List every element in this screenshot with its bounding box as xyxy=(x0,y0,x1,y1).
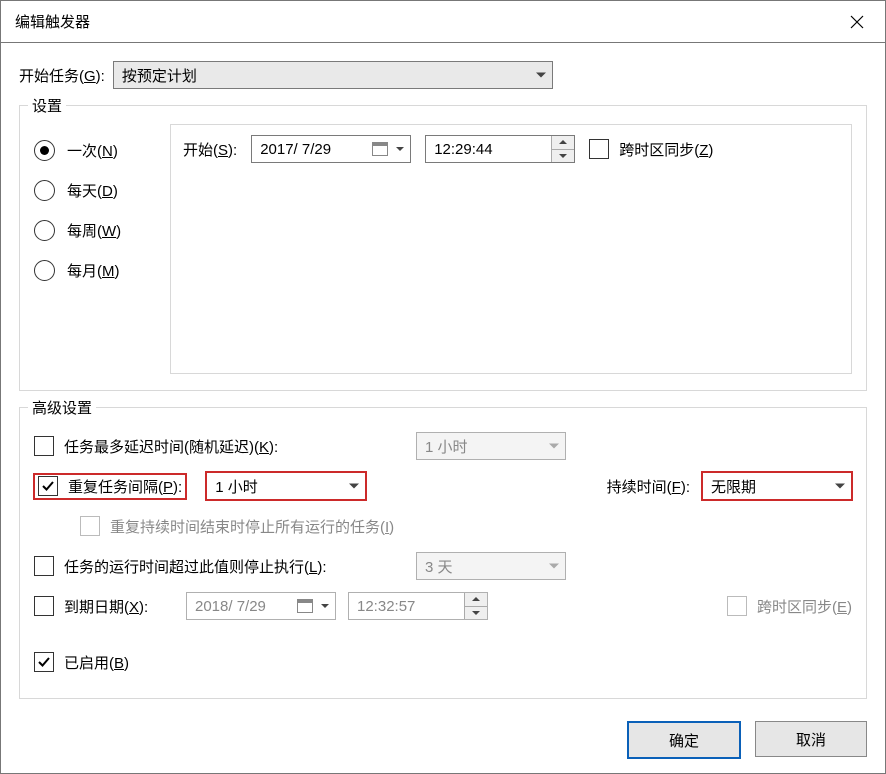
delay-combo-value: 1 小时 xyxy=(425,436,468,457)
start-datetime-label: 开始(S): xyxy=(183,139,237,160)
expire-checkbox[interactable]: 到期日期(X): xyxy=(34,596,174,617)
ok-button[interactable]: 确定 xyxy=(627,721,741,759)
radio-once[interactable]: 一次(N) xyxy=(34,130,154,170)
radio-daily-label: 每天(D) xyxy=(67,180,118,201)
radio-icon xyxy=(34,180,55,201)
dialog-buttons: 确定 取消 xyxy=(1,709,885,773)
calendar-icon xyxy=(372,142,388,156)
repeat-duration-label: 持续时间(F): xyxy=(607,476,690,497)
repeat-label: 重复任务间隔(P): xyxy=(68,476,182,497)
repeat-duration-combo[interactable]: 无限期 xyxy=(702,472,852,500)
checkbox-icon xyxy=(34,596,54,616)
chevron-down-icon xyxy=(536,73,546,78)
checkbox-icon xyxy=(80,516,100,536)
repeat-interval-combo[interactable]: 1 小时 xyxy=(206,472,366,500)
radio-weekly-label: 每周(W) xyxy=(67,220,121,241)
start-task-row: 开始任务(G): 按预定计划 xyxy=(19,61,867,89)
radio-weekly[interactable]: 每周(W) xyxy=(34,210,154,250)
radio-icon xyxy=(34,140,55,161)
dialog-edit-trigger: 编辑触发器 开始任务(G): 按预定计划 设置 一次(N xyxy=(0,0,886,774)
cancel-button[interactable]: 取消 xyxy=(755,721,867,757)
arrow-down-icon xyxy=(559,154,567,158)
advanced-group: 高级设置 任务最多延迟时间(随机延迟)(K): 1 小时 重复任 xyxy=(19,407,867,699)
calendar-icon xyxy=(297,599,313,613)
start-date-value: 2017/ 7/29 xyxy=(260,141,331,158)
schedule-detail-panel: 开始(S): 2017/ 7/29 12:29:44 xyxy=(170,124,852,374)
spin-up xyxy=(465,593,487,606)
start-task-label: 开始任务(G): xyxy=(19,65,105,86)
spin-down[interactable] xyxy=(552,149,574,163)
time-spinner[interactable] xyxy=(551,136,574,162)
spin-up[interactable] xyxy=(552,136,574,149)
enabled-label: 已启用(B) xyxy=(64,652,129,673)
radio-monthly[interactable]: 每月(M) xyxy=(34,250,154,290)
delay-combo: 1 小时 xyxy=(416,432,566,460)
delay-checkbox[interactable]: 任务最多延迟时间(随机延迟)(K): xyxy=(34,436,404,457)
checkbox-icon xyxy=(589,139,609,159)
close-icon xyxy=(850,15,864,29)
expire-time-value: 12:32:57 xyxy=(357,598,415,615)
enabled-checkbox[interactable]: 已启用(B) xyxy=(34,652,129,673)
spin-down xyxy=(465,606,487,620)
time-spinner xyxy=(464,593,487,619)
stop-longer-label: 任务的运行时间超过此值则停止执行(L): xyxy=(64,556,327,577)
arrow-down-icon xyxy=(472,611,480,615)
settings-legend: 设置 xyxy=(28,95,66,116)
start-date-input[interactable]: 2017/ 7/29 xyxy=(251,135,411,163)
stop-longer-value: 3 天 xyxy=(425,556,453,577)
chevron-down-icon xyxy=(396,147,404,151)
repeat-duration-value: 无限期 xyxy=(711,476,756,497)
checkbox-icon xyxy=(34,556,54,576)
schedule-radio-group: 一次(N) 每天(D) 每周(W) xyxy=(34,124,154,290)
chevron-down-icon xyxy=(549,444,559,449)
sync-tz-checkbox[interactable]: 跨时区同步(Z) xyxy=(589,139,713,160)
stop-all-checkbox: 重复持续时间结束时停止所有运行的任务(I) xyxy=(80,516,394,537)
expire-sync-tz-checkbox: 跨时区同步(E) xyxy=(727,596,852,617)
checkbox-icon xyxy=(34,436,54,456)
chevron-down-icon xyxy=(835,484,845,489)
expire-time-input: 12:32:57 xyxy=(348,592,488,620)
checkbox-icon xyxy=(727,596,747,616)
expire-sync-tz-label: 跨时区同步(E) xyxy=(757,596,852,617)
close-button[interactable] xyxy=(829,1,885,42)
start-time-input[interactable]: 12:29:44 xyxy=(425,135,575,163)
radio-once-label: 一次(N) xyxy=(67,140,118,161)
titlebar: 编辑触发器 xyxy=(1,1,885,43)
arrow-up-icon xyxy=(472,597,480,601)
checkbox-icon xyxy=(34,652,54,672)
repeat-checkbox[interactable]: 重复任务间隔(P): xyxy=(34,474,186,499)
arrow-up-icon xyxy=(559,140,567,144)
sync-tz-label: 跨时区同步(Z) xyxy=(619,139,713,160)
start-task-combo-value: 按预定计划 xyxy=(122,65,197,86)
start-time-value: 12:29:44 xyxy=(434,141,492,158)
dialog-title: 编辑触发器 xyxy=(15,11,90,32)
expire-label: 到期日期(X): xyxy=(64,596,148,617)
advanced-legend: 高级设置 xyxy=(28,397,96,418)
settings-group: 设置 一次(N) 每天(D) xyxy=(19,105,867,391)
stop-all-label: 重复持续时间结束时停止所有运行的任务(I) xyxy=(110,516,394,537)
radio-monthly-label: 每月(M) xyxy=(67,260,120,281)
expire-date-input: 2018/ 7/29 xyxy=(186,592,336,620)
chevron-down-icon xyxy=(549,564,559,569)
repeat-interval-value: 1 小时 xyxy=(215,476,258,497)
chevron-down-icon xyxy=(349,484,359,489)
stop-longer-checkbox[interactable]: 任务的运行时间超过此值则停止执行(L): xyxy=(34,556,404,577)
radio-icon xyxy=(34,260,55,281)
expire-date-value: 2018/ 7/29 xyxy=(195,598,266,615)
chevron-down-icon xyxy=(321,604,329,608)
delay-label: 任务最多延迟时间(随机延迟)(K): xyxy=(64,436,278,457)
stop-longer-combo: 3 天 xyxy=(416,552,566,580)
radio-daily[interactable]: 每天(D) xyxy=(34,170,154,210)
start-task-combo[interactable]: 按预定计划 xyxy=(113,61,553,89)
radio-icon xyxy=(34,220,55,241)
checkbox-icon xyxy=(38,476,58,496)
